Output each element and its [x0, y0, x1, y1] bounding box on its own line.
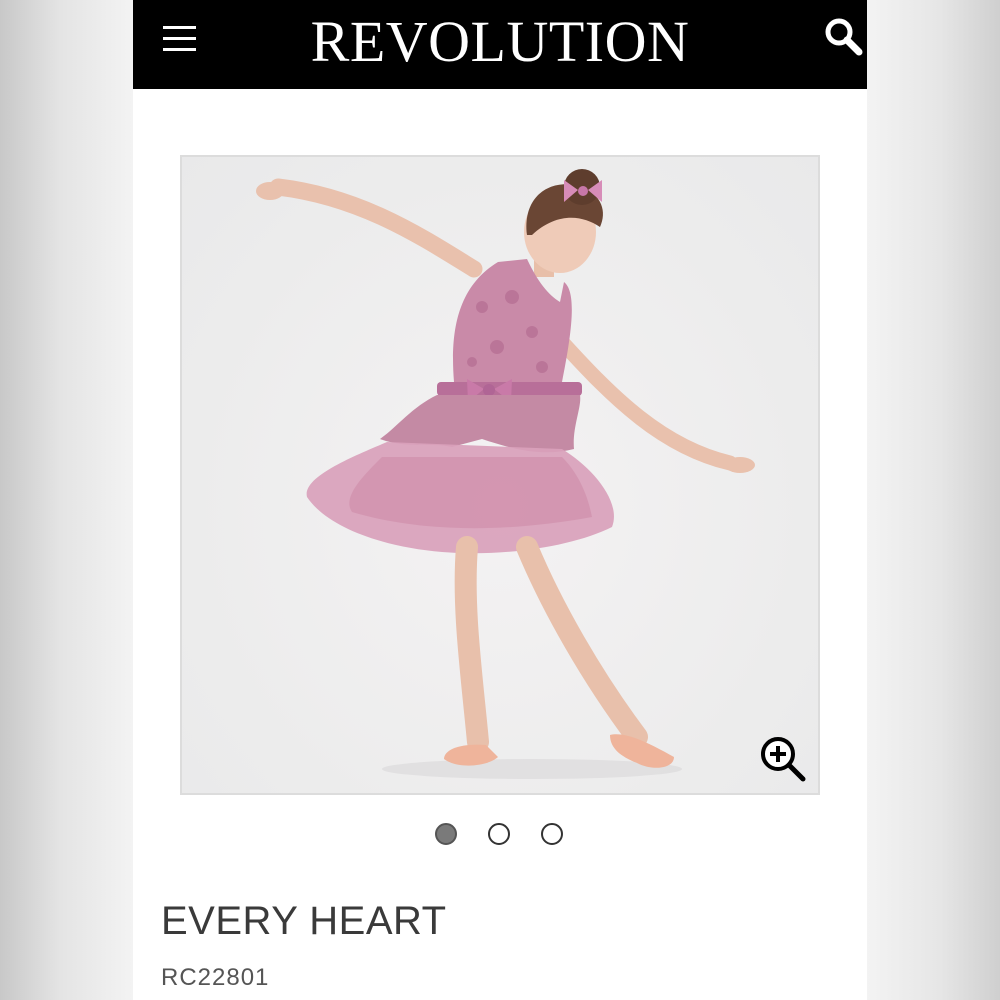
gallery-dot-1[interactable] [435, 823, 457, 845]
mobile-page: REVOLUTION EVERY HEART RC22801 [133, 0, 867, 1000]
gallery-pagination [433, 823, 573, 851]
search-icon[interactable] [823, 14, 867, 58]
product-title: EVERY HEART [161, 899, 447, 943]
product-image-gallery[interactable] [180, 155, 820, 795]
zoom-in-icon[interactable] [757, 733, 809, 785]
hamburger-menu-icon[interactable] [163, 22, 199, 58]
gallery-dot-3[interactable] [541, 823, 563, 845]
product-sku: RC22801 [161, 964, 270, 991]
gallery-dot-2[interactable] [488, 823, 510, 845]
site-header: REVOLUTION [133, 0, 867, 89]
brand-logo[interactable]: REVOLUTION [283, 4, 717, 84]
product-photo [256, 169, 755, 779]
